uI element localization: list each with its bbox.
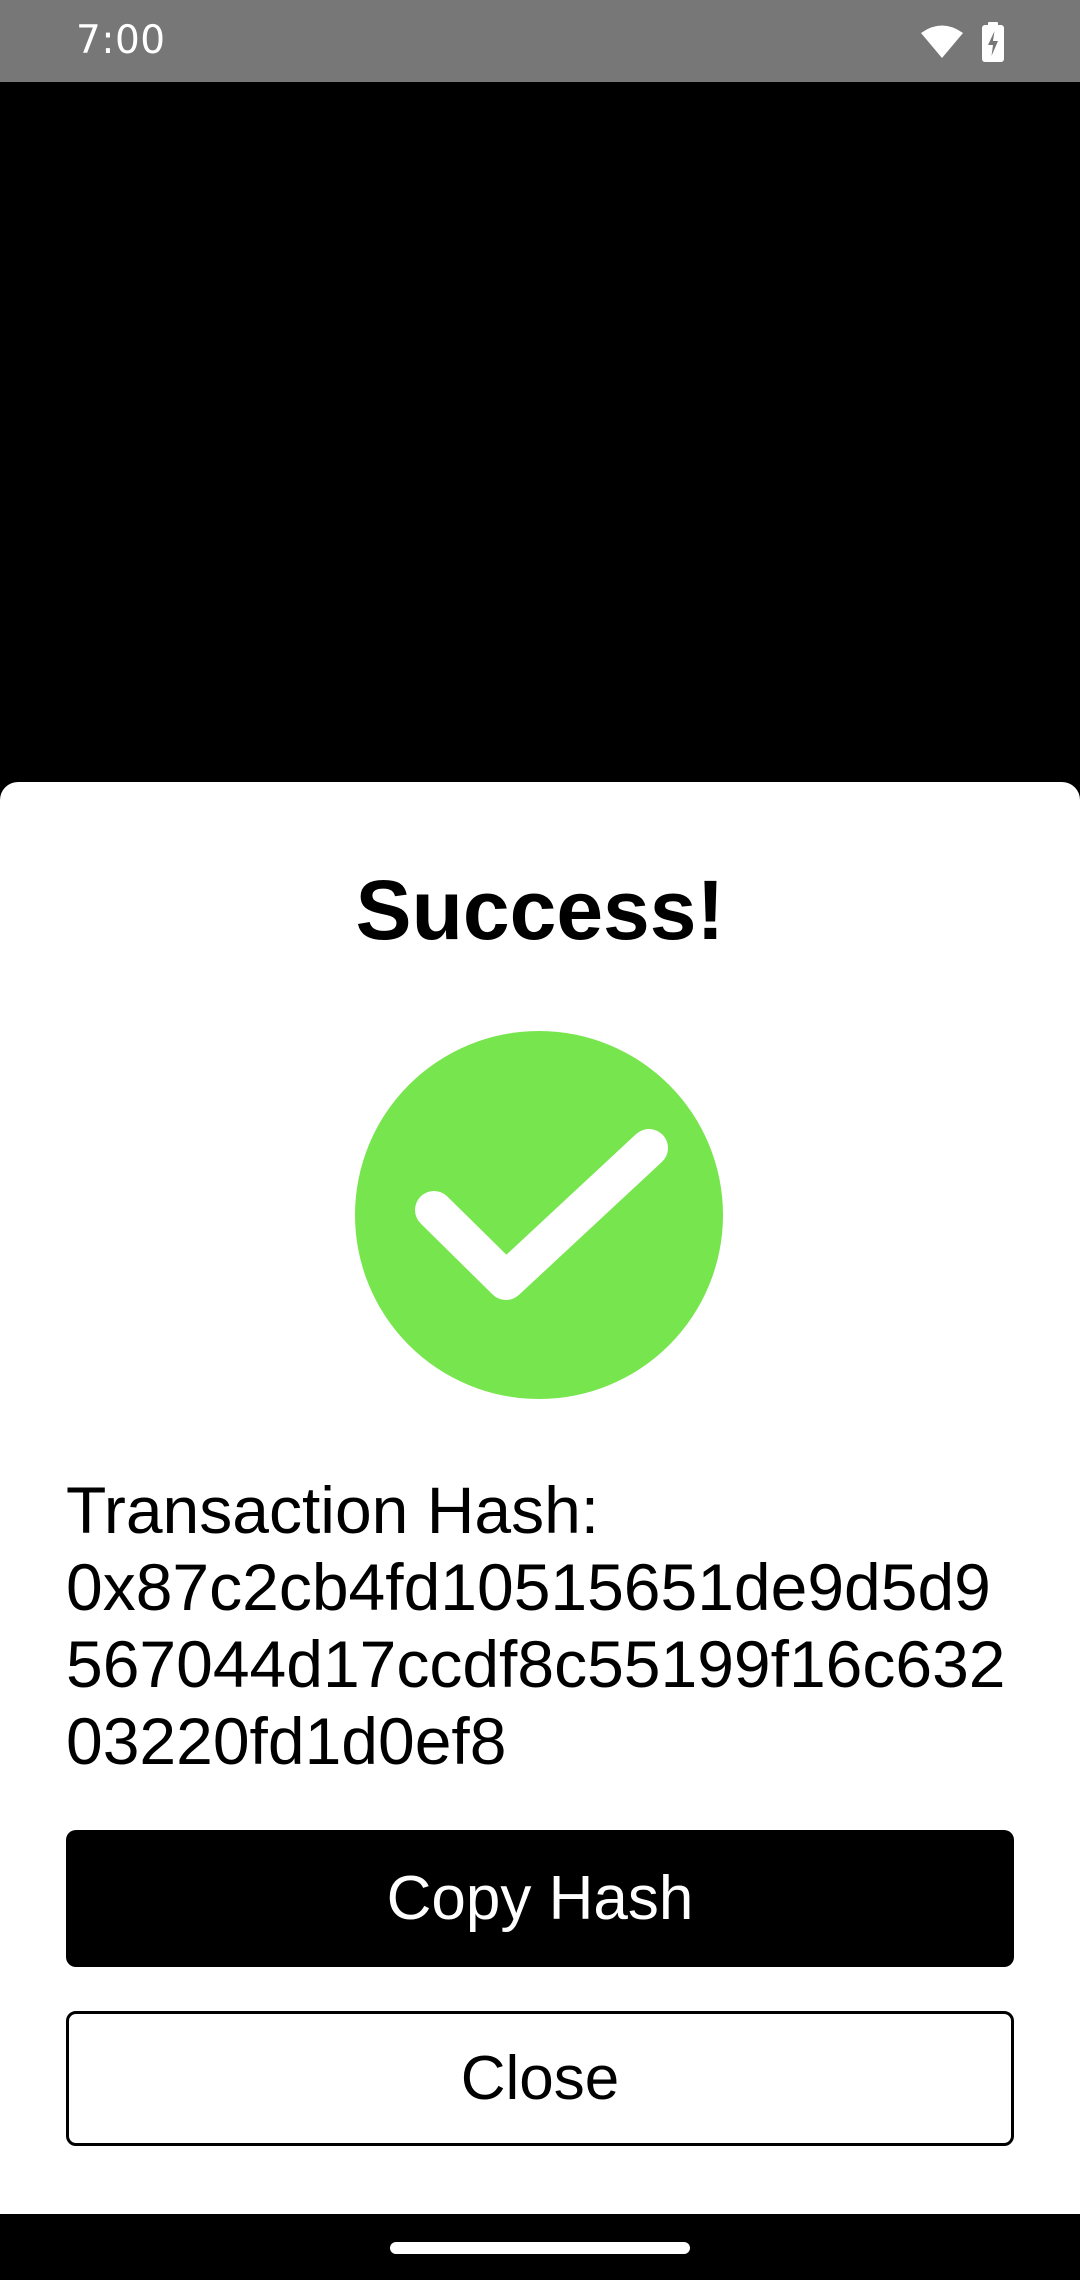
status-bar: 7:00	[0, 0, 1080, 82]
hash-value: 0x87c2cb4fd10515651de9d5d9567044d17ccdf8…	[66, 1550, 1006, 1778]
copy-hash-button-label: Copy Hash	[386, 1864, 694, 1933]
screen: 7:00 Success! Transaction Hash: 0x87c2cb…	[0, 0, 1080, 2280]
close-button-label: Close	[460, 2044, 620, 2113]
battery-charging-icon	[982, 22, 1004, 62]
transaction-hash-text: Transaction Hash: 0x87c2cb4fd10515651de9…	[66, 1472, 1026, 1780]
dialog-title: Success!	[355, 863, 725, 957]
check-circle-icon	[354, 1030, 724, 1400]
status-time: 7:00	[76, 18, 166, 63]
copy-hash-button[interactable]: Copy Hash	[66, 1830, 1014, 1967]
wifi-icon	[920, 25, 964, 59]
status-icons	[920, 20, 1004, 64]
hash-label: Transaction Hash:	[66, 1473, 600, 1547]
home-indicator[interactable]	[390, 2242, 690, 2254]
close-button[interactable]: Close	[66, 2011, 1014, 2146]
dimmed-backdrop[interactable]	[0, 82, 1080, 782]
